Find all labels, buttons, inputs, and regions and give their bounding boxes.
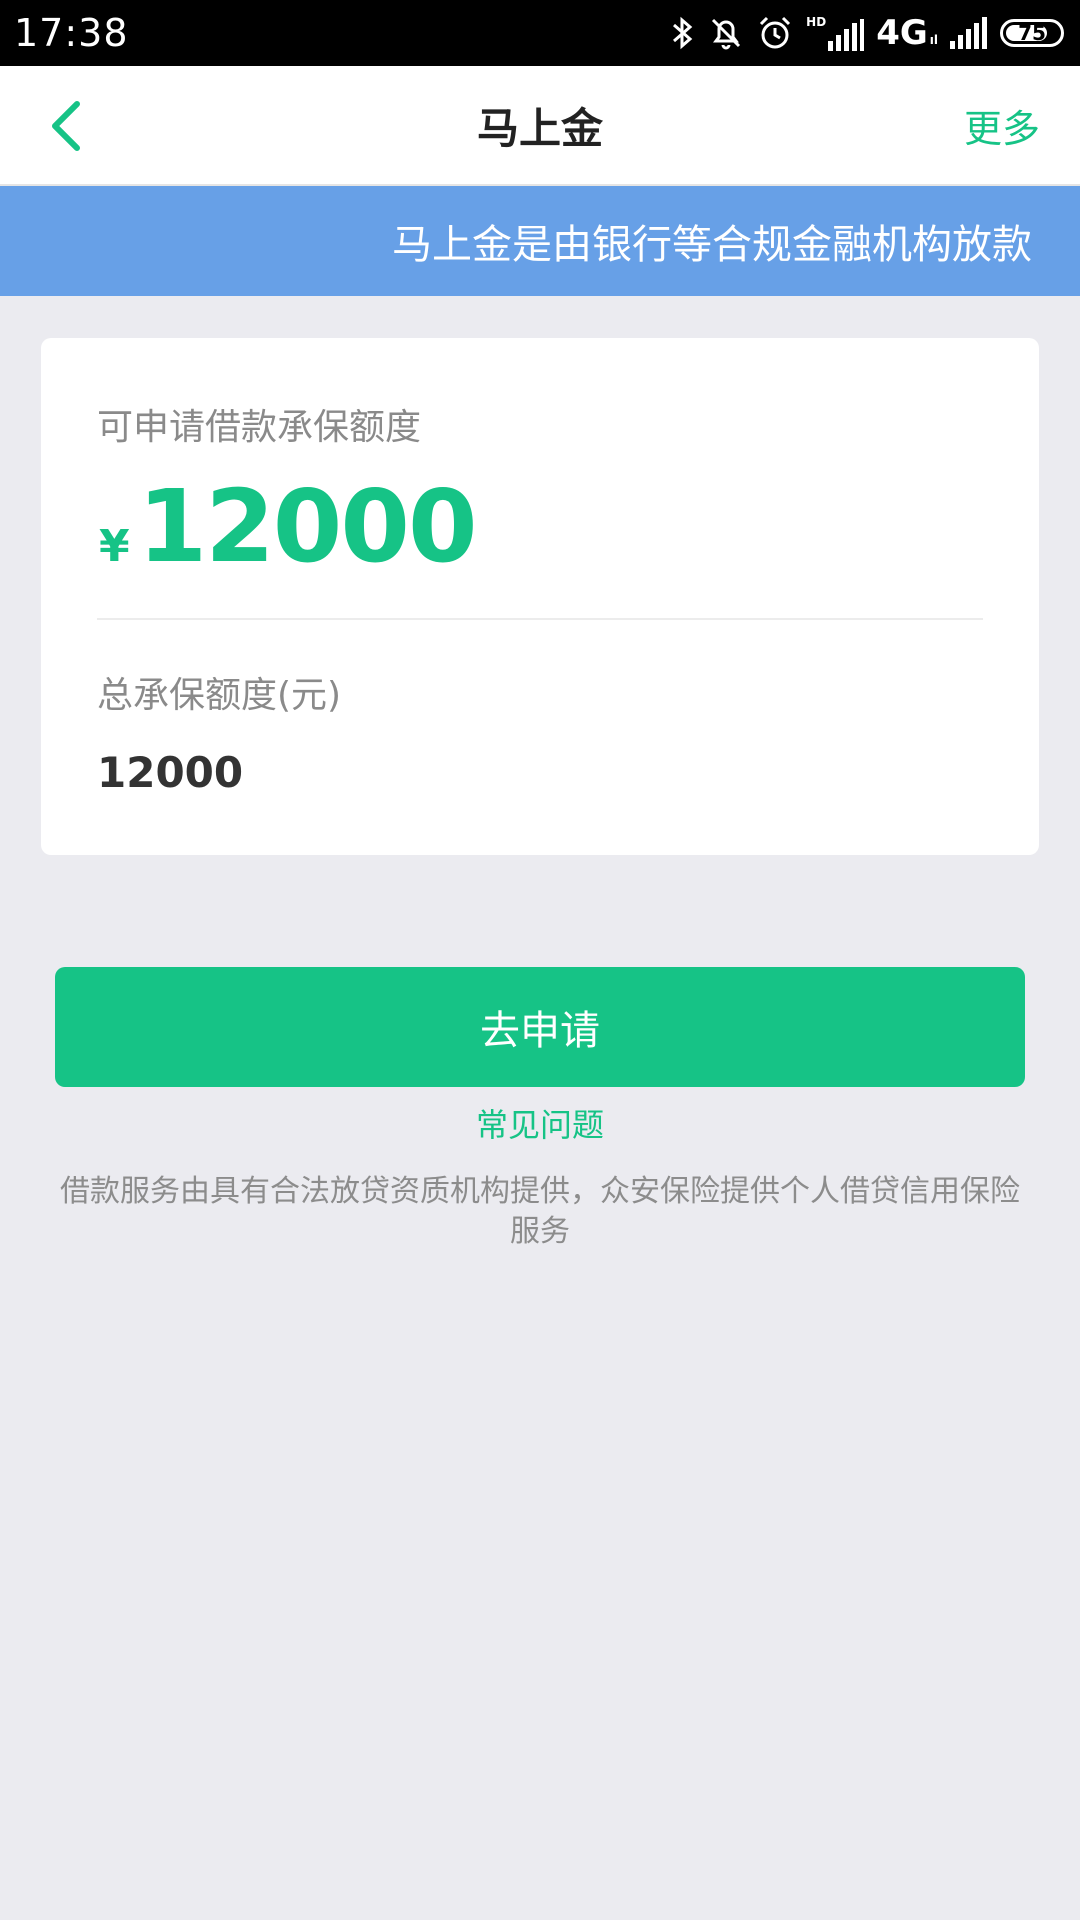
hd-label: HD <box>806 15 827 29</box>
currency-symbol: ¥ <box>99 521 130 572</box>
disclaimer-text: 借款服务由具有合法放贷资质机构提供，众安保险提供个人借贷信用保险服务 <box>60 1174 1020 1249</box>
notifications-off-icon <box>712 18 741 50</box>
notice-edge <box>1038 186 1080 296</box>
available-amount-row: ¥ 12000 <box>99 468 478 585</box>
status-time: 17:38 <box>14 11 129 55</box>
network-sub: ıl <box>929 33 938 47</box>
notice-banner: 马上金是由银行等合规金融机构放款 <box>0 186 1080 296</box>
total-limit-value: 12000 <box>97 748 244 797</box>
status-icons: HD 4G ıl 75 <box>670 13 1064 53</box>
credit-card-panel: 可申请借款承保额度 ¥ 12000 总承保额度(元) 12000 <box>41 338 1039 855</box>
total-limit-label: 总承保额度(元) <box>97 675 342 716</box>
signal-strength-icon-2 <box>950 17 987 49</box>
network-label: 4G <box>876 13 928 53</box>
alarm-icon <box>760 16 791 49</box>
divider <box>97 618 983 620</box>
battery-level: 75 <box>1018 21 1046 45</box>
faq-link[interactable]: 常见问题 <box>0 1100 1080 1146</box>
back-button[interactable] <box>36 96 96 156</box>
available-limit-label: 可申请借款承保额度 <box>97 407 422 448</box>
status-bar: 17:38 HD 4G ıl 75 <box>0 0 1080 66</box>
chevron-left-icon <box>52 101 80 151</box>
notice-text: 马上金是由银行等合规金融机构放款 <box>392 222 1032 268</box>
available-amount: 12000 <box>137 468 478 585</box>
bluetooth-icon <box>673 16 693 50</box>
nav-bar: 马上金 更多 <box>0 66 1080 186</box>
signal-strength-icon <box>828 19 865 51</box>
page-title: 马上金 <box>476 103 603 153</box>
apply-button[interactable]: 去申请 <box>55 967 1025 1087</box>
network-type: 4G ıl <box>876 13 938 53</box>
signal-group-1: HD <box>806 15 865 51</box>
more-button[interactable]: 更多 <box>964 66 1040 184</box>
battery-icon: 75 <box>1000 19 1064 47</box>
